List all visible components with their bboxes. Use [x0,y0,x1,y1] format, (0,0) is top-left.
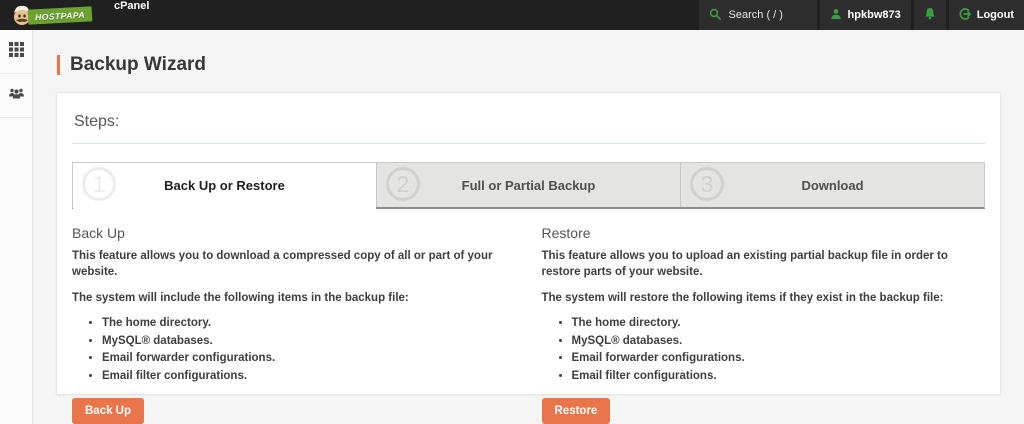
logout-button[interactable]: Logout [948,0,1024,30]
list-item: Email filter configurations. [102,369,516,385]
restore-items-list: The home directory. MySQL® databases. Em… [542,316,986,384]
left-sidebar [0,30,33,424]
list-item: Email forwarder configurations. [572,351,986,367]
backup-column: Back Up This feature allows you to downl… [72,221,516,424]
backup-button[interactable]: Back Up [72,398,145,424]
backup-heading: Back Up [72,225,125,241]
list-item: Email filter configurations. [572,369,986,385]
restore-heading: Restore [541,225,591,241]
step-tab-label: Full or Partial Backup [461,177,596,193]
restore-list-intro: The system will restore the following it… [541,292,944,305]
step-tab-label: Back Up or Restore [164,177,285,193]
sidebar-item-groups[interactable] [0,74,32,118]
user-icon [830,8,842,23]
list-item: The home directory. [102,316,516,332]
backup-list-intro: The system will include the following it… [72,292,409,305]
list-item: The home directory. [572,316,986,332]
notifications-button[interactable] [913,0,946,30]
title-accent-bar [57,55,60,75]
list-item: MySQL® databases. [572,334,986,350]
hostpapa-wordmark: HOSTPAPA [27,5,93,25]
search-input[interactable] [726,8,807,22]
users-group-icon [8,86,25,105]
list-item: MySQL® databases. [102,334,516,350]
brand-logo[interactable]: HOSTPAPA [0,0,93,30]
cpanel-label: cPanel [113,0,150,12]
logout-label: Logout [976,9,1014,21]
divider [72,143,985,144]
username: hpkbw873 [847,9,901,21]
logout-icon [959,7,971,23]
steps-label: Steps: [74,113,120,130]
bell-icon [924,7,936,23]
restore-description: This feature allows you to upload an exi… [541,250,948,279]
step-tab-backup-or-restore[interactable]: 1 Back Up or Restore [73,163,376,209]
page-title: Backup Wizard [70,54,207,75]
restore-button[interactable]: Restore [541,398,611,424]
search-icon [709,8,721,23]
list-item: Email forwarder configurations. [102,351,516,367]
backup-description: This feature allows you to download a co… [72,250,493,279]
step-tab-download[interactable]: 3 Download [680,163,984,207]
restore-column: Restore This feature allows you to uploa… [541,221,986,424]
step-tab-label: Download [801,177,864,193]
grid-icon [8,41,24,62]
user-menu[interactable]: hpkbw873 [819,0,911,30]
step-tab-full-or-partial-backup[interactable]: 2 Full or Partial Backup [376,163,680,207]
topbar: HOSTPAPA cPanel hpkbw873 [0,0,1024,30]
sidebar-item-apps[interactable] [0,30,32,74]
main-content: Backup Wizard Steps: 1 Back Up or Restor… [33,30,1024,424]
search-box[interactable] [698,0,817,30]
steps-bar: 1 Back Up or Restore 2 Full or Partial B… [72,162,985,209]
wizard-card: Steps: 1 Back Up or Restore 2 Full or Pa… [56,92,1001,424]
wizard-columns: Back Up This feature allows you to downl… [72,221,985,424]
page-header: Backup Wizard [33,30,1024,76]
backup-items-list: The home directory. MySQL® databases. Em… [72,316,516,384]
